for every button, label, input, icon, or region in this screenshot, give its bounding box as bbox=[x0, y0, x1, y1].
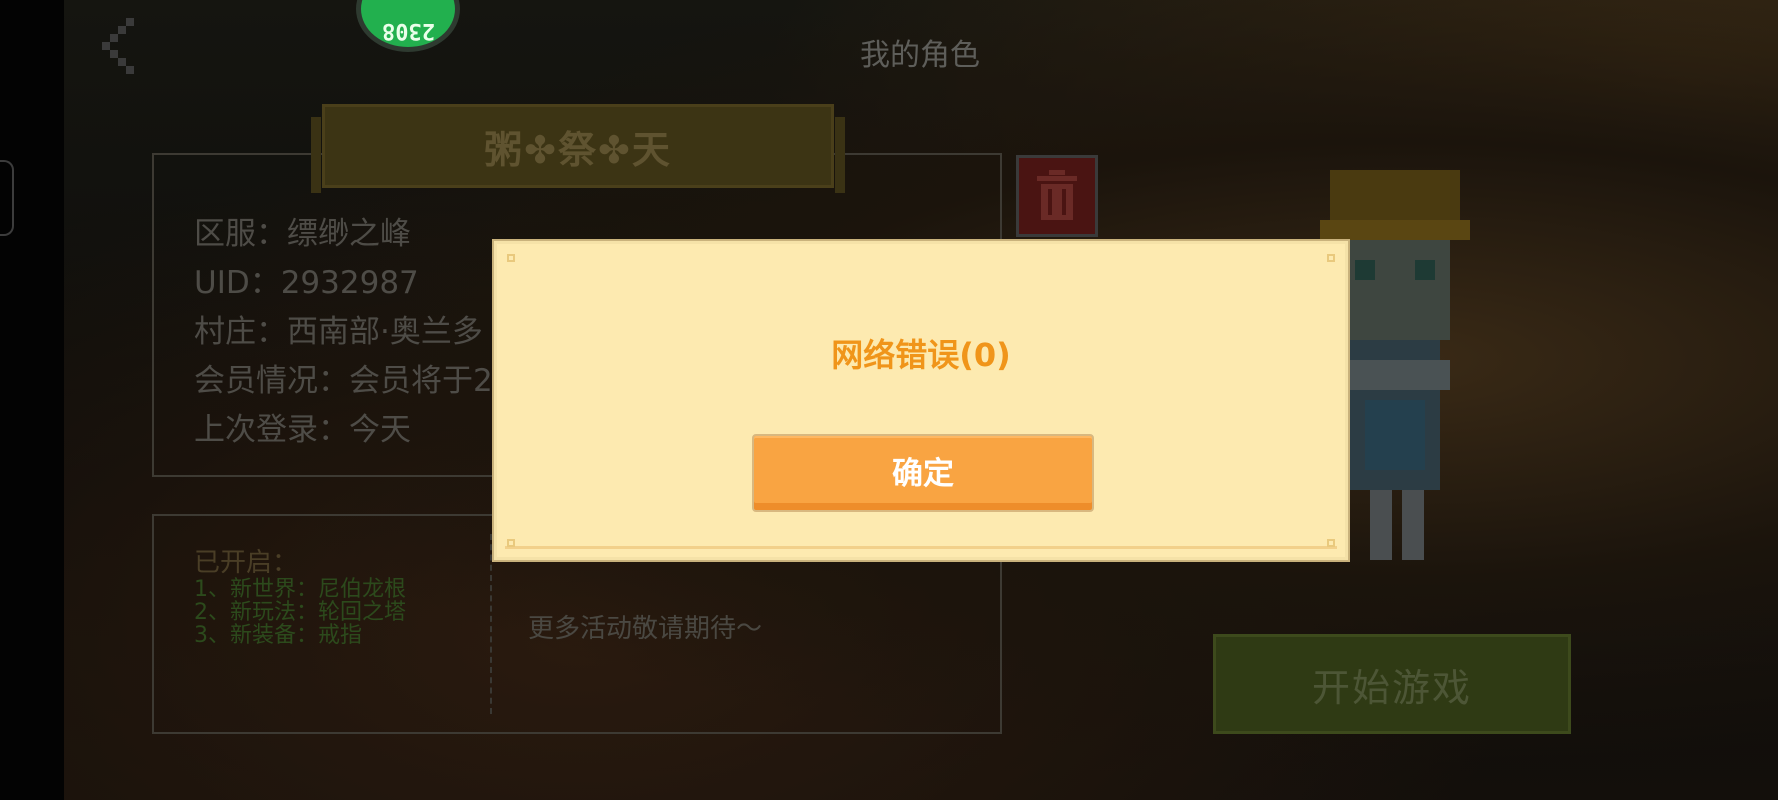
error-dialog: 网络错误(0) 确定 bbox=[494, 241, 1348, 560]
role-name-banner: 粥✤祭✤天 bbox=[311, 104, 845, 193]
list-item: 3、新装备：戒指 bbox=[194, 623, 362, 648]
news-divider bbox=[490, 534, 492, 714]
back-button[interactable] bbox=[96, 14, 156, 74]
village-info: 村庄：西南部·奥兰多 bbox=[194, 314, 483, 350]
more-activities-text: 更多活动敬请期待～ bbox=[528, 614, 763, 644]
level-badge-text: 2308 bbox=[381, 18, 435, 43]
dialog-corner-ornament bbox=[507, 539, 515, 547]
dialog-corner-ornament bbox=[1327, 539, 1335, 547]
dialog-message: 网络错误(0) bbox=[831, 336, 1011, 374]
start-game-button[interactable]: 开始游戏 bbox=[1213, 634, 1571, 734]
last-login-info: 上次登录：今天 bbox=[194, 412, 411, 448]
list-item: 1、新世界：尼伯龙根 bbox=[194, 577, 406, 602]
dialog-corner-ornament bbox=[507, 254, 515, 262]
server-info: 区服：缥缈之峰 bbox=[194, 216, 411, 252]
opened-title: 已开启： bbox=[194, 548, 299, 578]
dialog-corner-ornament bbox=[1327, 254, 1335, 262]
list-item: 2、新玩法：轮回之塔 bbox=[194, 600, 406, 625]
trash-icon bbox=[1037, 170, 1077, 220]
side-tab-handle[interactable] bbox=[0, 160, 14, 236]
delete-role-button[interactable] bbox=[1016, 155, 1098, 237]
left-edge bbox=[0, 0, 64, 800]
opened-list: 1、新世界：尼伯龙根 2、新玩法：轮回之塔 3、新装备：戒指 bbox=[194, 578, 406, 647]
confirm-button[interactable]: 确定 bbox=[752, 434, 1094, 512]
role-info-list: 区服：缥缈之峰 UID：2932987 村庄：西南部·奥兰多 会员情况：会员将于… bbox=[194, 210, 493, 455]
membership-info: 会员情况：会员将于2 bbox=[194, 363, 493, 399]
page-title: 我的角色 bbox=[860, 38, 980, 73]
uid-info: UID：2932987 bbox=[194, 265, 419, 301]
back-arrow-icon bbox=[102, 18, 134, 74]
